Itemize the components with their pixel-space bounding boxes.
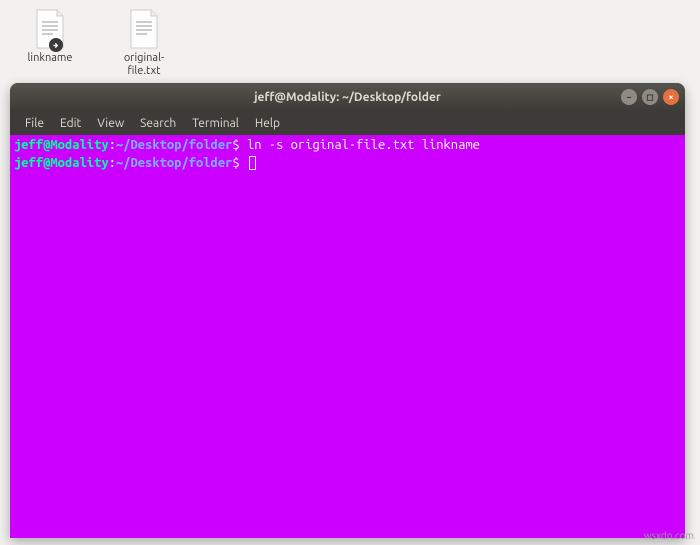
desktop-icon-label: original-file.txt	[112, 52, 176, 78]
menubar: File Edit View Search Terminal Help	[10, 111, 685, 135]
minimize-button[interactable]: −	[621, 89, 637, 105]
terminal-body[interactable]: jeff@Modality:~/Desktop/folder$ ln -s or…	[10, 135, 685, 538]
maximize-button[interactable]: ◻	[642, 89, 658, 105]
menu-terminal[interactable]: Terminal	[185, 114, 246, 133]
menu-view[interactable]: View	[90, 114, 131, 133]
prompt-user: jeff@Modality	[14, 156, 109, 170]
menu-file[interactable]: File	[18, 114, 51, 133]
prompt-path: ~/Desktop/folder	[116, 156, 232, 170]
close-button[interactable]: ×	[663, 89, 679, 105]
terminal-line: jeff@Modality:~/Desktop/folder$ ln -s or…	[14, 137, 681, 155]
desktop-icon-label: linkname	[28, 52, 73, 65]
watermark: wsxdn.com	[644, 530, 694, 541]
window-title: jeff@Modality: ~/Desktop/folder	[254, 91, 441, 104]
desktop-icon-linkname[interactable]: linkname	[18, 8, 82, 78]
command-text: ln -s original-file.txt linkname	[240, 138, 480, 152]
terminal-line: jeff@Modality:~/Desktop/folder$	[14, 155, 681, 173]
desktop-icon-original-file[interactable]: original-file.txt	[112, 8, 176, 78]
symlink-emblem-icon	[49, 38, 63, 52]
menu-search[interactable]: Search	[133, 114, 183, 133]
prompt-user: jeff@Modality	[14, 138, 109, 152]
text-file-icon	[29, 8, 71, 50]
menu-help[interactable]: Help	[248, 114, 287, 133]
text-file-icon	[123, 8, 165, 50]
prompt-path: ~/Desktop/folder	[116, 138, 232, 152]
terminal-window: jeff@Modality: ~/Desktop/folder − ◻ × Fi…	[10, 83, 685, 538]
menu-edit[interactable]: Edit	[53, 114, 88, 133]
window-titlebar[interactable]: jeff@Modality: ~/Desktop/folder − ◻ ×	[10, 83, 685, 111]
cursor-icon	[249, 156, 256, 170]
